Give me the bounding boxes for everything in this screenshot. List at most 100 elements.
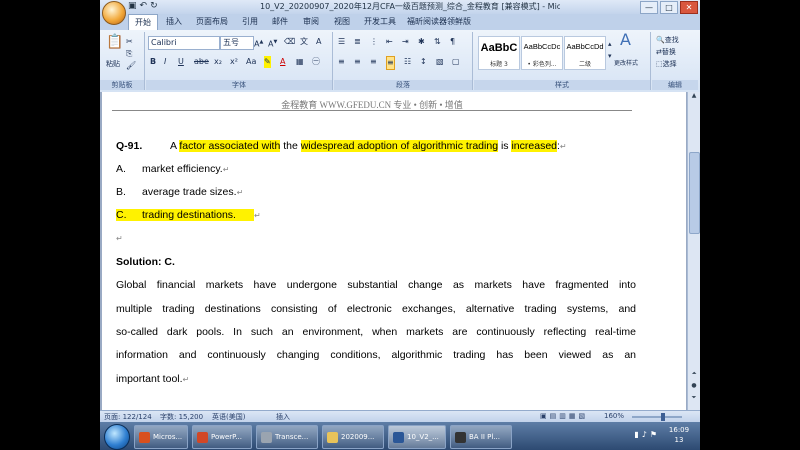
highlight-color-icon[interactable]: ✎: [264, 56, 271, 68]
decrease-indent-icon[interactable]: ⇤: [386, 36, 393, 48]
italic-button[interactable]: I: [164, 56, 166, 68]
taskbar-item[interactable]: BA II Pl...: [450, 425, 512, 449]
find-button[interactable]: 🔍查找: [656, 34, 679, 46]
minimize-button[interactable]: —: [640, 1, 658, 14]
taskbar-item[interactable]: Micros...: [134, 425, 188, 449]
paragraph-mark-icon: ↵: [559, 142, 567, 151]
style-tile-heading3[interactable]: AaBbC 标题 3: [478, 36, 520, 70]
option-b-text: average trade sizes.↵: [142, 186, 243, 198]
save-icon[interactable]: ▣: [128, 1, 140, 11]
font-color-icon[interactable]: A: [280, 56, 285, 68]
copy-icon[interactable]: ⎘: [126, 48, 132, 60]
tab-developer[interactable]: 开发工具: [364, 16, 396, 27]
prev-page-icon[interactable]: ⏶: [688, 370, 700, 380]
scroll-up-icon[interactable]: ▲: [688, 92, 700, 102]
distribute-icon[interactable]: ☷: [404, 56, 411, 68]
page-count[interactable]: 页面: 122/124: [104, 412, 152, 422]
quick-access-toolbar[interactable]: ▣↶↻: [128, 1, 161, 11]
taskbar-item[interactable]: PowerP...: [192, 425, 252, 449]
increase-indent-icon[interactable]: ⇥: [402, 36, 409, 48]
stem-part-highlighted: widespread adoption of algorithmic tradi…: [300, 140, 499, 152]
subscript-button[interactable]: x₂: [214, 56, 222, 68]
shading-icon[interactable]: ▧: [436, 56, 444, 68]
char-border-icon[interactable]: A: [316, 36, 321, 48]
format-painter-icon[interactable]: 🖌: [126, 60, 136, 72]
language-indicator[interactable]: 英语(美国): [212, 412, 245, 422]
taskbar-item[interactable]: Transce...: [256, 425, 318, 449]
bullets-icon[interactable]: ☰: [338, 36, 345, 48]
sort-icon[interactable]: ⇅: [434, 36, 441, 48]
superscript-button[interactable]: x²: [230, 56, 238, 68]
start-button[interactable]: [104, 424, 130, 450]
styles-scroll-icon[interactable]: ▴ ▾: [608, 38, 612, 60]
multilevel-list-icon[interactable]: ⋮: [370, 36, 378, 48]
phonetic-icon[interactable]: 文: [300, 36, 308, 48]
undo-icon[interactable]: ↶: [140, 1, 151, 11]
option-text: market efficiency.: [142, 163, 223, 175]
grow-font-icon[interactable]: A▲: [254, 36, 263, 49]
bold-button[interactable]: B: [150, 56, 156, 68]
chinese-layout-icon[interactable]: ✱: [418, 36, 425, 48]
style-tile-level2[interactable]: AaBbCcDd 二级: [564, 36, 606, 70]
office-button[interactable]: [102, 1, 126, 25]
tab-page-layout[interactable]: 页面布局: [196, 16, 228, 27]
tab-review[interactable]: 审阅: [303, 16, 319, 27]
shrink-font-icon[interactable]: A▼: [268, 36, 277, 49]
cut-icon[interactable]: ✂: [126, 36, 133, 48]
flag-icon[interactable]: ⚑: [650, 430, 660, 439]
show-marks-icon[interactable]: ¶: [450, 36, 455, 48]
redo-icon[interactable]: ↻: [150, 1, 161, 11]
solution-line-last: important tool.↵: [116, 373, 189, 385]
zoom-slider-thumb[interactable]: [660, 413, 665, 421]
document-page[interactable]: 金程教育 WWW.GFEDU.CN 专业 • 创新 • 增值 Q-91. A f…: [102, 92, 686, 410]
insert-mode[interactable]: 插入: [276, 412, 290, 422]
select-button[interactable]: ⬚选择: [656, 58, 677, 70]
change-styles-icon[interactable]: A: [620, 32, 631, 54]
tab-home[interactable]: 开始: [128, 14, 158, 31]
borders-icon[interactable]: ▢: [452, 56, 460, 68]
solution-line: so-called dark pools. In such an environ…: [116, 326, 636, 338]
zoom-slider[interactable]: [632, 413, 682, 421]
strikethrough-button[interactable]: abe: [194, 56, 209, 68]
paste-icon[interactable]: 📋: [106, 35, 123, 56]
paste-button-label[interactable]: 粘贴: [106, 58, 120, 70]
align-left-icon[interactable]: ≡: [338, 56, 345, 68]
taskbar-item[interactable]: 202009...: [322, 425, 384, 449]
enclose-char-icon[interactable]: ㊀: [312, 56, 320, 68]
maximize-button[interactable]: □: [660, 1, 678, 14]
font-name-select[interactable]: Calibri: [148, 36, 220, 50]
replace-button[interactable]: ⇄替换: [656, 46, 676, 58]
network-icon[interactable]: ▮: [634, 430, 641, 439]
justify-icon[interactable]: ≡: [386, 56, 395, 70]
align-right-icon[interactable]: ≡: [370, 56, 377, 68]
numbering-icon[interactable]: ≣: [354, 36, 361, 48]
style-tile-colored-list[interactable]: AaBbCcDc • 彩色列...: [521, 36, 563, 70]
tab-view[interactable]: 视图: [334, 16, 350, 27]
clock[interactable]: 16:09 13: [664, 425, 694, 445]
align-center-icon[interactable]: ≡: [354, 56, 361, 68]
char-shading-icon[interactable]: ▦: [296, 56, 304, 68]
close-button[interactable]: ✕: [680, 1, 698, 14]
tab-references[interactable]: 引用: [242, 16, 258, 27]
vertical-scrollbar[interactable]: ▲ ⏶ ● ⏷: [687, 92, 700, 410]
font-size-select[interactable]: 五号: [220, 36, 254, 50]
tab-insert[interactable]: 插入: [166, 16, 182, 27]
clear-format-icon[interactable]: ⌫: [284, 36, 295, 48]
browse-object-icon[interactable]: ●: [688, 382, 700, 392]
word-window: ▣↶↻ 10_V2_20200907_2020年12月CFA一级百题预测_综合_…: [100, 0, 700, 450]
scroll-thumb[interactable]: [689, 152, 700, 234]
zoom-level[interactable]: 160%: [604, 412, 624, 420]
word-count[interactable]: 字数: 15,200: [160, 412, 203, 422]
tab-foxit-reader[interactable]: 福昕阅读器领鲜版: [407, 16, 471, 27]
taskbar-item-active[interactable]: 10_V2_...: [388, 425, 446, 449]
next-page-icon[interactable]: ⏷: [688, 394, 700, 404]
tab-mailings[interactable]: 邮件: [272, 16, 288, 27]
line-spacing-icon[interactable]: ↕: [420, 56, 427, 68]
change-styles-label[interactable]: 更改样式: [614, 58, 638, 70]
underline-button[interactable]: U: [178, 56, 184, 68]
volume-icon[interactable]: ♪: [642, 430, 650, 439]
change-case-button[interactable]: Aa: [246, 56, 256, 68]
view-buttons[interactable]: ▣▤▥▦▧: [540, 412, 588, 420]
page-header: 金程教育 WWW.GFEDU.CN 专业 • 创新 • 增值: [112, 98, 632, 111]
system-tray[interactable]: ▮♪⚑: [634, 430, 660, 439]
